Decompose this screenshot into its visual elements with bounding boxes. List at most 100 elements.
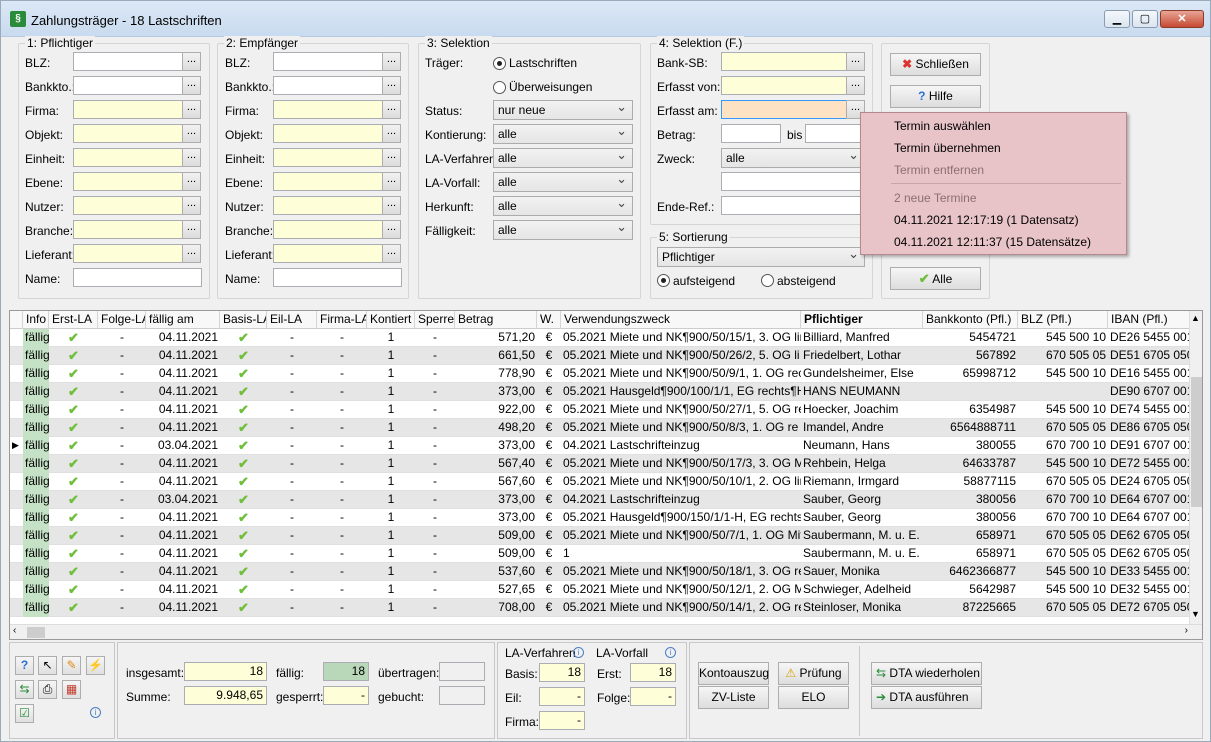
empfaenger-lookup-button[interactable]: ... bbox=[382, 148, 401, 167]
pflichtiger-field-input[interactable] bbox=[73, 100, 183, 119]
pflichtiger-lookup-button[interactable]: ... bbox=[182, 52, 201, 71]
row-header[interactable] bbox=[10, 419, 23, 437]
pflichtiger-lookup-button[interactable]: ... bbox=[182, 244, 201, 263]
table-row[interactable]: fällig ✔ - 04.11.2021 ✔ - - 1 - 537,60 €05.2021 Mi… bbox=[10, 563, 1190, 581]
lastschriften-radio[interactable] bbox=[493, 57, 506, 70]
column-header[interactable]: Firma-LA bbox=[317, 311, 367, 329]
alle-button[interactable]: ✔ Alle bbox=[890, 267, 981, 290]
table-row[interactable]: fällig ✔ - 04.11.2021 ✔ - - 1 - 509,00 €1 Sauberman… bbox=[10, 545, 1190, 563]
empfaenger-field-input[interactable] bbox=[273, 148, 383, 167]
horizontal-scroll-thumb[interactable] bbox=[27, 627, 45, 638]
pflichtiger-field-input[interactable] bbox=[73, 220, 183, 239]
pflichtiger-field-input[interactable] bbox=[73, 268, 202, 287]
table-row[interactable]: fällig ✔ - 04.11.2021 ✔ - - 1 - 922,00 €05.2021 Mi… bbox=[10, 401, 1190, 419]
table-row[interactable]: fällig ✔ - 03.04.2021 ✔ - - 1 - 373,00 €04.2021 La… bbox=[10, 491, 1190, 509]
info-icon[interactable]: i bbox=[90, 707, 101, 718]
empfaenger-lookup-button[interactable]: ... bbox=[382, 124, 401, 143]
table-row[interactable]: fällig ✔ - 04.11.2021 ✔ - - 1 - 527,65 €05.2021 Mi… bbox=[10, 581, 1190, 599]
scroll-up-icon[interactable]: ▲ bbox=[1191, 313, 1200, 323]
print-icon[interactable]: ⎙ bbox=[38, 680, 57, 699]
empfaenger-field-input[interactable] bbox=[273, 244, 383, 263]
dta-wiederholen-button[interactable]: ⇆ DTA wiederholen bbox=[871, 662, 982, 685]
horizontal-scrollbar[interactable]: ‹ › bbox=[10, 624, 1202, 639]
kontoauszug-button[interactable]: Kontoauszug bbox=[698, 662, 769, 685]
status-select[interactable]: nur neue bbox=[493, 98, 633, 120]
empfaenger-lookup-button[interactable]: ... bbox=[382, 220, 401, 239]
table-row[interactable]: fällig ✔ - 04.11.2021 ✔ - - 1 - 509,00 €05.2021 Mi… bbox=[10, 527, 1190, 545]
lastschriften-table[interactable]: Info Erst-LA Folge-LA fällig am Basis-LA Eil-… bbox=[9, 310, 1203, 640]
empfaenger-field-input[interactable] bbox=[273, 100, 383, 119]
empfaenger-lookup-button[interactable]: ... bbox=[382, 244, 401, 263]
row-header[interactable] bbox=[10, 527, 23, 545]
table-row[interactable]: fällig ✔ - 04.11.2021 ✔ - - 1 - 498,20 €05.2021 Mi… bbox=[10, 419, 1190, 437]
row-header[interactable] bbox=[10, 545, 23, 563]
empfaenger-field-input[interactable] bbox=[273, 76, 383, 95]
sortierung-select[interactable]: Pflichtiger bbox=[657, 245, 865, 267]
pflichtiger-field-input[interactable] bbox=[73, 172, 183, 191]
aufsteigend-radio[interactable] bbox=[657, 274, 670, 287]
row-header[interactable] bbox=[10, 563, 23, 581]
column-header[interactable]: Folge-LA bbox=[98, 311, 146, 329]
table-row[interactable]: fällig ✔ - 04.11.2021 ✔ - - 1 - 373,00 €05.2021 Ha… bbox=[10, 383, 1190, 401]
row-header[interactable] bbox=[10, 473, 23, 491]
row-header[interactable] bbox=[10, 383, 23, 401]
herkunft-select[interactable]: alle bbox=[493, 194, 633, 216]
column-header[interactable]: IBAN (Pfl.) bbox=[1108, 311, 1190, 329]
elo-button[interactable]: ELO bbox=[778, 686, 849, 709]
pflichtiger-field-input[interactable] bbox=[73, 76, 183, 95]
checkbox-icon[interactable]: ☑ bbox=[15, 704, 34, 723]
table-row[interactable]: fällig ✔ - 04.11.2021 ✔ - - 1 - 661,50 €05.2021 Mi… bbox=[10, 347, 1190, 365]
empfaenger-field-input[interactable] bbox=[273, 52, 383, 71]
bank-sb-lookup-button[interactable]: ... bbox=[846, 52, 865, 71]
vertical-scroll-thumb[interactable] bbox=[1191, 377, 1202, 507]
menu-termin-uebernehmen[interactable]: Termin übernehmen bbox=[894, 141, 1001, 155]
scroll-left-icon[interactable]: ‹ bbox=[13, 625, 16, 636]
column-header[interactable]: Basis-LA bbox=[220, 311, 267, 329]
pflichtiger-lookup-button[interactable]: ... bbox=[182, 124, 201, 143]
zweck-select[interactable]: alle bbox=[721, 146, 865, 168]
table-row[interactable]: fällig ✔ - 04.11.2021 ✔ - - 1 - 567,40 €05.2021 Mi… bbox=[10, 455, 1190, 473]
ueberweisungen-radio[interactable] bbox=[493, 81, 506, 94]
lightning-icon[interactable]: ⚡ bbox=[86, 656, 105, 675]
pflichtiger-field-input[interactable] bbox=[73, 148, 183, 167]
la-verfahren-select[interactable]: alle bbox=[493, 146, 633, 168]
current-row-indicator-icon[interactable]: ▶ bbox=[10, 437, 23, 455]
pflichtiger-lookup-button[interactable]: ... bbox=[182, 148, 201, 167]
table-row[interactable]: fällig ✔ - 04.11.2021 ✔ - - 1 - 373,00 €05.2021 Ha… bbox=[10, 509, 1190, 527]
dta-ausfuehren-button[interactable]: ➔ DTA ausführen bbox=[871, 686, 982, 709]
pruefung-button[interactable]: ⚠ Prüfung bbox=[778, 662, 849, 685]
empfaenger-lookup-button[interactable]: ... bbox=[382, 100, 401, 119]
column-header[interactable]: Sperre bbox=[415, 311, 455, 329]
empfaenger-field-input[interactable] bbox=[273, 220, 383, 239]
column-header[interactable]: Verwendungszweck bbox=[561, 311, 801, 329]
row-header[interactable] bbox=[10, 347, 23, 365]
empfaenger-lookup-button[interactable]: ... bbox=[382, 76, 401, 95]
column-header[interactable]: BLZ (Pfl.) bbox=[1018, 311, 1108, 329]
la-verfahren-info-icon[interactable]: i bbox=[573, 647, 584, 658]
column-header[interactable]: Kontiert bbox=[367, 311, 415, 329]
transfer-icon[interactable]: ⇆ bbox=[15, 680, 34, 699]
row-header[interactable] bbox=[10, 509, 23, 527]
betrag-to-input[interactable] bbox=[805, 124, 865, 143]
column-header[interactable]: Bankkonto (Pfl.) bbox=[923, 311, 1018, 329]
scroll-down-icon[interactable]: ▼ bbox=[1191, 609, 1200, 619]
pencil-icon[interactable]: ✎ bbox=[62, 656, 81, 675]
bank-sb-input[interactable] bbox=[721, 52, 847, 71]
zv-liste-button[interactable]: ZV-Liste bbox=[698, 686, 769, 709]
kontierung-select[interactable]: alle bbox=[493, 122, 633, 144]
empfaenger-lookup-button[interactable]: ... bbox=[382, 172, 401, 191]
pflichtiger-field-input[interactable] bbox=[73, 52, 183, 71]
betrag-from-input[interactable] bbox=[721, 124, 781, 143]
ende-ref-input[interactable] bbox=[721, 196, 865, 215]
empfaenger-lookup-button[interactable]: ... bbox=[382, 196, 401, 215]
faelligkeit-select[interactable]: alle bbox=[493, 218, 633, 240]
column-header[interactable]: fällig am bbox=[146, 311, 220, 329]
row-header[interactable] bbox=[10, 491, 23, 509]
menu-termin-1[interactable]: 04.11.2021 12:17:19 (1 Datensatz) bbox=[894, 213, 1079, 227]
absteigend-radio[interactable] bbox=[761, 274, 774, 287]
row-header[interactable] bbox=[10, 581, 23, 599]
row-header[interactable] bbox=[10, 401, 23, 419]
pflichtiger-lookup-button[interactable]: ... bbox=[182, 76, 201, 95]
erfasst-von-lookup-button[interactable]: ... bbox=[846, 76, 865, 95]
column-header[interactable]: Pflichtiger bbox=[801, 311, 923, 329]
